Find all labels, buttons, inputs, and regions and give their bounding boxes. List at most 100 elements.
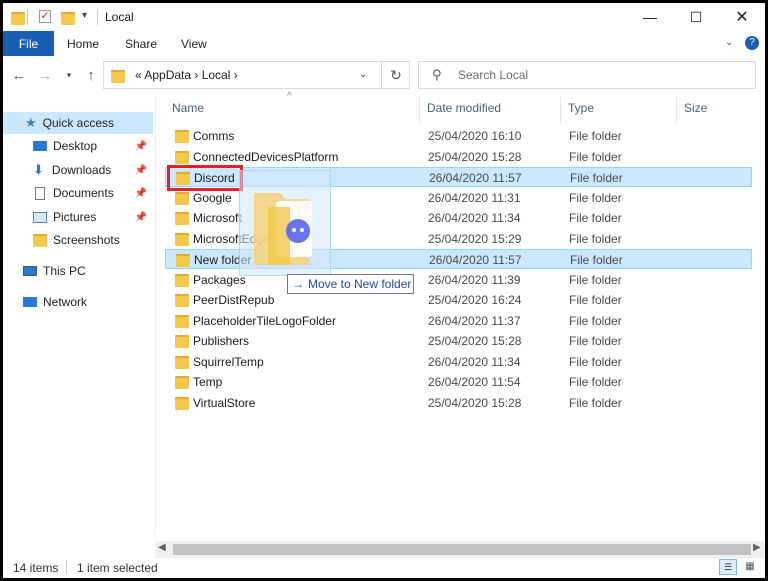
file-date: 26/04/2020 11:39 <box>428 273 521 287</box>
tab-home[interactable]: Home <box>67 37 99 51</box>
sidebar-item-label: This PC <box>43 264 86 278</box>
star-icon: ★ <box>25 115 37 130</box>
properties-icon[interactable]: ✓ <box>39 10 51 23</box>
desktop-icon <box>33 141 47 151</box>
folder-icon <box>111 70 125 83</box>
column-header-name[interactable]: Name <box>172 101 204 115</box>
sidebar-item-label: Documents <box>53 186 114 200</box>
column-header-type[interactable]: Type <box>568 101 594 115</box>
sidebar-item-network[interactable]: Network <box>3 291 153 313</box>
table-row[interactable]: Publishers 25/04/2020 15:28 File folder <box>165 331 752 351</box>
file-name: PeerDistRepub <box>193 293 275 307</box>
table-row[interactable]: Comms 25/04/2020 16:10 File folder <box>165 126 752 146</box>
table-row[interactable]: PeerDistRepub 25/04/2020 16:24 File folder <box>165 290 752 310</box>
sidebar-item-quick-access[interactable]: ★ Quick access <box>3 112 153 134</box>
folder-icon <box>175 397 189 410</box>
file-type: File folder <box>569 375 622 389</box>
table-row[interactable]: SquirrelTemp 26/04/2020 11:34 File folder <box>165 352 752 372</box>
file-name: Packages <box>193 273 246 287</box>
table-row[interactable]: PlaceholderTileLogoFolder 26/04/2020 11:3… <box>165 311 752 331</box>
arrow-right-icon: → <box>292 277 304 291</box>
sidebar-item-label: Pictures <box>53 210 97 224</box>
tab-view[interactable]: View <box>181 37 207 51</box>
forward-button[interactable]: → <box>35 64 55 86</box>
customize-toolbar-icon[interactable]: ▾ <box>82 10 87 21</box>
folder-icon <box>175 212 189 225</box>
sidebar-item-downloads[interactable]: ⬇ Downloads 📌 <box>3 159 153 181</box>
address-path[interactable]: « AppData › Local › <box>135 68 238 82</box>
window-title: Local <box>105 10 134 24</box>
column-header-date[interactable]: Date modified <box>427 101 501 115</box>
search-placeholder[interactable]: Search Local <box>458 68 528 82</box>
sidebar-item-pictures[interactable]: Pictures 📌 <box>3 206 153 228</box>
file-date: 26/04/2020 11:57 <box>429 253 522 267</box>
file-type: File folder <box>569 191 622 205</box>
file-type: File folder <box>569 293 622 307</box>
table-row[interactable]: Temp 26/04/2020 11:54 File folder <box>165 372 752 392</box>
file-name: Google <box>193 191 232 205</box>
file-type: File folder <box>569 129 622 143</box>
folder-icon <box>175 356 189 369</box>
details-view-icon[interactable]: ☰ <box>719 559 737 575</box>
drag-tooltip: → Move to New folder <box>287 274 414 294</box>
sidebar-item-this-pc[interactable]: This PC <box>3 260 153 282</box>
recent-locations-button[interactable]: ▾ <box>59 64 79 86</box>
help-icon[interactable]: ? <box>745 36 759 50</box>
pin-icon: 📌 <box>134 187 147 199</box>
status-item-count: 14 items <box>13 561 59 575</box>
column-separator[interactable] <box>676 97 677 123</box>
sidebar-item-desktop[interactable]: Desktop 📌 <box>3 135 153 157</box>
separator <box>66 560 67 574</box>
sidebar-item-label: Network <box>43 295 88 309</box>
table-row[interactable]: ConnectedDevicesPlatform 25/04/2020 15:28… <box>165 147 752 167</box>
file-type: File folder <box>569 232 622 246</box>
file-type: File folder <box>569 396 622 410</box>
address-dropdown-icon[interactable]: ⌄ <box>359 69 367 80</box>
file-type: File folder <box>569 150 622 164</box>
sidebar-item-screenshots[interactable]: Screenshots <box>3 229 153 251</box>
scroll-right-icon[interactable]: ▶ <box>753 542 761 553</box>
tab-share[interactable]: Share <box>125 37 157 51</box>
maximize-button[interactable]: ☐ <box>673 3 719 31</box>
file-type: File folder <box>569 314 622 328</box>
ribbon <box>3 31 765 56</box>
column-separator[interactable] <box>419 97 420 123</box>
file-name: SquirrelTemp <box>193 355 264 369</box>
computer-icon <box>23 266 37 276</box>
network-icon <box>23 297 37 307</box>
download-icon: ⬇ <box>33 162 44 177</box>
pane-divider[interactable] <box>155 95 156 535</box>
column-header-size[interactable]: Size <box>684 101 707 115</box>
expand-ribbon-icon[interactable]: ⌄ <box>725 37 733 48</box>
folder-icon <box>175 151 189 164</box>
file-name: Temp <box>193 375 223 389</box>
file-type: File folder <box>569 355 622 369</box>
large-icons-view-icon[interactable]: ▦ <box>741 559 759 575</box>
pictures-icon <box>33 211 47 223</box>
file-name: PlaceholderTileLogoFolder <box>193 314 336 328</box>
new-folder-icon[interactable] <box>61 12 75 25</box>
folder-icon <box>175 335 189 348</box>
pin-icon: 📌 <box>134 211 147 223</box>
folder-icon <box>175 294 189 307</box>
close-button[interactable]: ✕ <box>719 3 765 31</box>
refresh-button[interactable]: ↻ <box>381 62 410 89</box>
back-button[interactable]: ← <box>9 64 29 86</box>
table-row[interactable]: VirtualStore 25/04/2020 15:28 File folder <box>165 393 752 413</box>
sidebar-item-documents[interactable]: Documents 📌 <box>3 182 153 204</box>
column-separator[interactable] <box>560 97 561 123</box>
file-date: 25/04/2020 15:29 <box>428 232 522 246</box>
scrollbar-thumb[interactable] <box>173 544 751 555</box>
sidebar-item-label: Desktop <box>53 139 98 153</box>
up-button[interactable]: ↑ <box>81 64 101 86</box>
file-name: Microsoft <box>193 211 242 225</box>
sidebar-item-label: Quick access <box>42 116 115 130</box>
scroll-left-icon[interactable]: ◀ <box>158 542 166 553</box>
minimize-button[interactable]: — <box>627 3 673 31</box>
tab-file[interactable]: File <box>3 31 54 56</box>
file-date: 25/04/2020 15:28 <box>428 334 522 348</box>
file-date: 25/04/2020 15:28 <box>428 150 522 164</box>
folder-icon <box>175 376 189 389</box>
discord-folder-icon <box>254 193 312 265</box>
drag-tooltip-text: Move to New folder <box>308 277 412 291</box>
